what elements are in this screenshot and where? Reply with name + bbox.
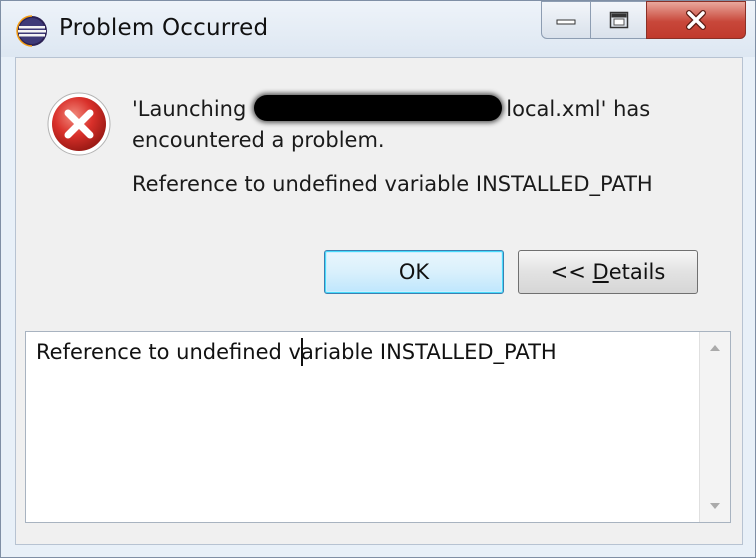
ok-button[interactable]: OK: [324, 250, 504, 294]
ok-button-label: OK: [398, 260, 430, 284]
redacted-region: [254, 95, 503, 121]
error-reason: Reference to undefined variable INSTALLE…: [132, 172, 653, 196]
details-button-prefix: <<: [550, 260, 593, 284]
details-text-area[interactable]: Reference to undefined variable INSTALLE…: [25, 331, 731, 523]
eclipse-app-icon: [16, 15, 47, 47]
message-line2: encountered a problem.: [132, 128, 385, 152]
dialog-content: 'Launching local.xml' has encountered a p…: [15, 57, 743, 545]
text-caret: [301, 338, 303, 366]
minimize-icon: [556, 19, 576, 25]
scroll-up-icon[interactable]: [707, 342, 723, 354]
scroll-down-icon[interactable]: [707, 500, 723, 512]
message-start: 'Launching: [132, 97, 247, 121]
title-bar[interactable]: Problem Occurred: [1, 1, 755, 57]
details-text: Reference to undefined variable INSTALLE…: [36, 340, 557, 364]
maximize-icon: [609, 11, 628, 29]
details-button-rest: etails: [608, 260, 666, 284]
vertical-scrollbar[interactable]: [699, 332, 730, 522]
message-end: local.xml' has: [506, 97, 651, 121]
maximize-button[interactable]: [590, 1, 647, 39]
close-button[interactable]: [646, 1, 746, 39]
minimize-button[interactable]: [541, 1, 591, 39]
error-message: 'Launching local.xml' has encountered a p…: [132, 94, 712, 156]
window-title: Problem Occurred: [59, 15, 269, 41]
close-icon: [686, 10, 706, 30]
details-toggle-button[interactable]: << Details: [518, 250, 698, 294]
details-button-mnemonic: D: [592, 260, 609, 284]
problem-dialog-window: Problem Occurred 'Launching local.xml' h…: [0, 0, 756, 558]
error-icon: [47, 92, 111, 156]
